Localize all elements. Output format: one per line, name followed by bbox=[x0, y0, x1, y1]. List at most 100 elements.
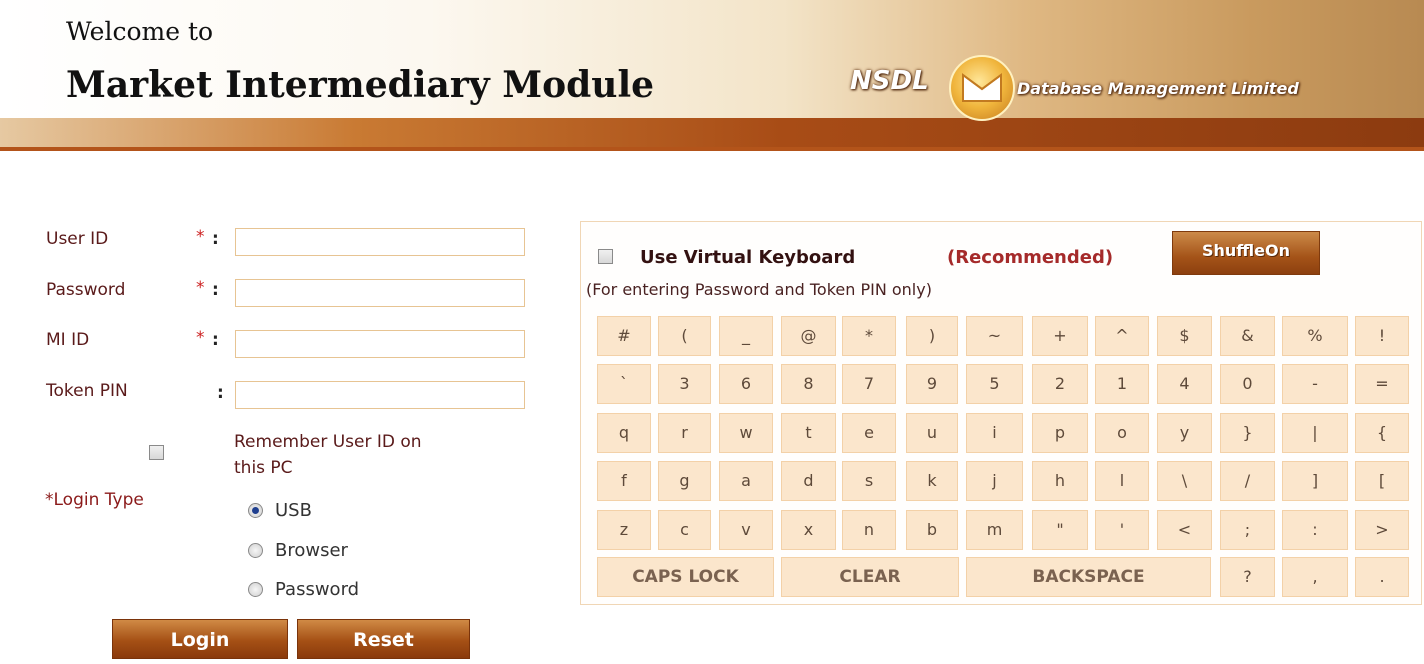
key-w[interactable]: w bbox=[719, 413, 773, 453]
key-g[interactable]: g bbox=[658, 461, 711, 501]
key-5[interactable]: 5 bbox=[966, 364, 1023, 404]
key-open-paren[interactable]: ( bbox=[658, 316, 711, 356]
header-banner: Welcome to Market Intermediary Module NS… bbox=[0, 0, 1424, 151]
key-j[interactable]: j bbox=[966, 461, 1023, 501]
login-type-browser-label: Browser bbox=[275, 540, 348, 561]
colon: : bbox=[212, 229, 219, 249]
token-pin-label: Token PIN bbox=[46, 381, 128, 401]
key-hash[interactable]: # bbox=[597, 316, 651, 356]
key-ampersand[interactable]: & bbox=[1220, 316, 1275, 356]
key-plus[interactable]: + bbox=[1032, 316, 1088, 356]
key-backtick[interactable]: ` bbox=[597, 364, 651, 404]
key-b[interactable]: b bbox=[906, 510, 958, 550]
login-type-label: *Login Type bbox=[45, 490, 144, 510]
key-l[interactable]: l bbox=[1095, 461, 1149, 501]
key-a[interactable]: a bbox=[719, 461, 773, 501]
key-open-brace[interactable]: { bbox=[1355, 413, 1409, 453]
virtual-keyboard-title: Use Virtual Keyboard bbox=[640, 247, 856, 268]
key-n[interactable]: n bbox=[842, 510, 896, 550]
page-title: Market Intermediary Module bbox=[66, 64, 655, 106]
login-type-usb-radio[interactable] bbox=[248, 503, 263, 518]
key-period[interactable]: . bbox=[1355, 557, 1409, 597]
key-8[interactable]: 8 bbox=[781, 364, 836, 404]
key-c[interactable]: c bbox=[658, 510, 711, 550]
user-id-label: User ID bbox=[46, 229, 109, 249]
key-caps-lock[interactable]: CAPS LOCK bbox=[597, 557, 774, 597]
shuffle-on-button[interactable]: ShuffleOn bbox=[1172, 231, 1320, 275]
key-u[interactable]: u bbox=[906, 413, 958, 453]
key-equals[interactable]: = bbox=[1355, 364, 1409, 404]
key-i[interactable]: i bbox=[966, 413, 1023, 453]
key-greater-than[interactable]: > bbox=[1355, 510, 1409, 550]
key-pipe[interactable]: | bbox=[1282, 413, 1348, 453]
key-semicolon[interactable]: ; bbox=[1220, 510, 1275, 550]
key-close-paren[interactable]: ) bbox=[906, 316, 958, 356]
reset-button[interactable]: Reset bbox=[297, 619, 470, 659]
login-button[interactable]: Login bbox=[112, 619, 288, 659]
login-type-password-label: Password bbox=[275, 579, 360, 600]
key-backspace[interactable]: BACKSPACE bbox=[966, 557, 1211, 597]
key-4[interactable]: 4 bbox=[1157, 364, 1212, 404]
key-z[interactable]: z bbox=[597, 510, 651, 550]
key-s[interactable]: s bbox=[842, 461, 896, 501]
colon: : bbox=[212, 330, 219, 350]
required-mark: * bbox=[196, 278, 205, 298]
user-id-input[interactable] bbox=[235, 228, 525, 256]
key-q[interactable]: q bbox=[597, 413, 651, 453]
key-1[interactable]: 1 bbox=[1095, 364, 1149, 404]
use-virtual-keyboard-checkbox[interactable] bbox=[598, 249, 613, 264]
key-colon[interactable]: : bbox=[1282, 510, 1348, 550]
key-p[interactable]: p bbox=[1032, 413, 1088, 453]
key-exclamation[interactable]: ! bbox=[1355, 316, 1409, 356]
key-k[interactable]: k bbox=[906, 461, 958, 501]
key-x[interactable]: x bbox=[781, 510, 836, 550]
key-question-mark[interactable]: ? bbox=[1220, 557, 1275, 597]
key-7[interactable]: 7 bbox=[842, 364, 896, 404]
welcome-text: Welcome to bbox=[66, 17, 214, 46]
key-h[interactable]: h bbox=[1032, 461, 1088, 501]
key-d[interactable]: d bbox=[781, 461, 836, 501]
key-t[interactable]: t bbox=[781, 413, 836, 453]
key-backslash[interactable]: \ bbox=[1157, 461, 1212, 501]
key-e[interactable]: e bbox=[842, 413, 896, 453]
key-f[interactable]: f bbox=[597, 461, 651, 501]
key-underscore[interactable]: _ bbox=[719, 316, 773, 356]
key-y[interactable]: y bbox=[1157, 413, 1212, 453]
password-input[interactable] bbox=[235, 279, 525, 307]
remember-user-checkbox[interactable] bbox=[149, 445, 164, 460]
header-band bbox=[0, 118, 1424, 150]
key-minus[interactable]: - bbox=[1282, 364, 1348, 404]
key-3[interactable]: 3 bbox=[658, 364, 711, 404]
key-caret[interactable]: ^ bbox=[1095, 316, 1149, 356]
key-v[interactable]: v bbox=[719, 510, 773, 550]
key-less-than[interactable]: < bbox=[1157, 510, 1212, 550]
login-type-password-radio[interactable] bbox=[248, 582, 263, 597]
logo-tagline: Database Management Limited bbox=[1017, 79, 1299, 98]
key-at[interactable]: @ bbox=[781, 316, 836, 356]
key-comma[interactable]: , bbox=[1282, 557, 1348, 597]
key-open-bracket[interactable]: [ bbox=[1355, 461, 1409, 501]
mi-id-input[interactable] bbox=[235, 330, 525, 358]
key-close-bracket[interactable]: ] bbox=[1282, 461, 1348, 501]
login-type-browser-radio[interactable] bbox=[248, 543, 263, 558]
key-double-quote[interactable]: " bbox=[1032, 510, 1088, 550]
key-tilde[interactable]: ~ bbox=[966, 316, 1023, 356]
key-o[interactable]: o bbox=[1095, 413, 1149, 453]
key-slash[interactable]: / bbox=[1220, 461, 1275, 501]
key-clear[interactable]: CLEAR bbox=[781, 557, 959, 597]
remember-user-label-line1: Remember User ID on bbox=[234, 432, 422, 452]
key-0[interactable]: 0 bbox=[1220, 364, 1275, 404]
key-percent[interactable]: % bbox=[1282, 316, 1348, 356]
key-asterisk[interactable]: * bbox=[842, 316, 896, 356]
key-2[interactable]: 2 bbox=[1032, 364, 1088, 404]
key-close-brace[interactable]: } bbox=[1220, 413, 1275, 453]
colon: : bbox=[212, 280, 219, 300]
key-9[interactable]: 9 bbox=[906, 364, 958, 404]
key-6[interactable]: 6 bbox=[719, 364, 773, 404]
token-pin-input[interactable] bbox=[235, 381, 525, 409]
required-mark: * bbox=[196, 328, 205, 348]
key-dollar[interactable]: $ bbox=[1157, 316, 1212, 356]
key-m[interactable]: m bbox=[966, 510, 1023, 550]
key-single-quote[interactable]: ' bbox=[1095, 510, 1149, 550]
key-r[interactable]: r bbox=[658, 413, 711, 453]
